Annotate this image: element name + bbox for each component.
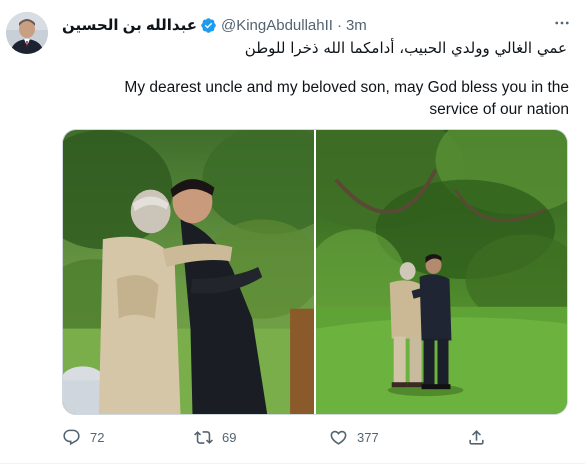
tweet-header: عبدالله بن الحسين @KingAbdullahII · 3m <box>62 14 565 36</box>
separator-dot: · <box>336 16 342 34</box>
author-handle[interactable]: @KingAbdullahII <box>221 17 333 34</box>
retweet-icon <box>194 430 213 444</box>
retweet-button[interactable]: 69 <box>194 428 236 447</box>
media-photo-embrace[interactable] <box>63 130 314 414</box>
reply-icon <box>63 429 80 445</box>
retweet-count: 69 <box>222 429 237 445</box>
like-button[interactable]: 377 <box>329 428 379 447</box>
avatar-image <box>6 12 48 54</box>
share-button[interactable] <box>467 428 486 447</box>
reply-count: 72 <box>90 429 105 445</box>
share-icon <box>469 429 484 445</box>
more-options-icon[interactable] <box>551 12 573 34</box>
photo-garden-walk-image <box>316 130 567 414</box>
tweet-text-english: My dearest uncle and my beloved son, may… <box>124 79 569 118</box>
tweet-actions: 72 69 377 <box>62 425 492 449</box>
avatar[interactable] <box>6 12 48 54</box>
tweet-text-arabic: عمي الغالي وولدي الحبيب، أدامكما الله ذخ… <box>244 39 567 57</box>
verified-badge-icon <box>200 17 217 34</box>
media-grid <box>62 129 568 415</box>
author-display-name[interactable]: عبدالله بن الحسين <box>62 16 197 34</box>
like-count: 377 <box>357 429 379 445</box>
heart-icon <box>330 430 347 445</box>
reply-button[interactable]: 72 <box>62 428 104 447</box>
media-photo-garden-walk[interactable] <box>316 130 567 414</box>
photo-embrace-image <box>63 130 314 414</box>
tweet-card[interactable]: عبدالله بن الحسين @KingAbdullahII · 3m ع… <box>0 0 585 464</box>
tweet-timestamp[interactable]: 3m <box>346 17 367 34</box>
